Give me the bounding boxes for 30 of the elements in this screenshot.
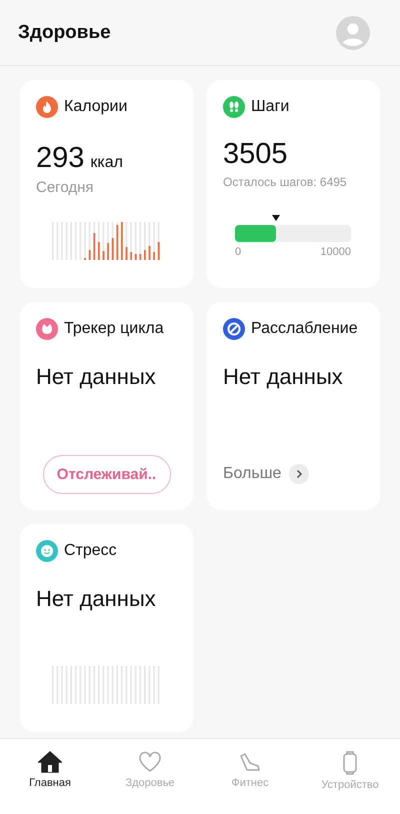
marker-icon (272, 215, 280, 221)
no-data-text: Нет данных (36, 364, 156, 390)
shoe-icon (238, 751, 262, 773)
card-title: Трекер цикла (64, 320, 164, 338)
scale-min: 0 (235, 246, 242, 258)
calorie-value: 293 (36, 142, 84, 175)
page-title: Здоровье (18, 22, 111, 44)
home-icon (38, 751, 62, 773)
step-count: 3505 (223, 138, 288, 171)
card[interactable]: Трекер цикла Нет данных Отслеживай.. (20, 302, 193, 510)
card[interactable]: Калории 293 ккал Сегодня (20, 80, 193, 288)
chevron-icon (289, 464, 310, 484)
caption: Сегодня (36, 179, 94, 196)
calorie-unit: ккал (90, 154, 123, 172)
card-title: Калории (64, 98, 128, 116)
card[interactable]: Расслабление Нет данных Больше (207, 302, 380, 510)
watch-icon (342, 751, 358, 775)
caption: Осталось шагов: 6495 (223, 175, 348, 189)
card[interactable]: Шаги 3505 Осталось шагов: 6495 0 10000 (207, 80, 380, 288)
scale-max: 10000 (320, 246, 351, 258)
more-link[interactable]: Больше (223, 464, 364, 484)
nav-tab[interactable]: Главная (0, 739, 100, 814)
card[interactable]: Стресс Нет данных (20, 524, 193, 732)
card-title: Шаги (251, 98, 290, 116)
avatar-icon[interactable] (336, 16, 370, 50)
card-title: Расслабление (251, 320, 358, 338)
no-data-text: Нет данных (36, 586, 156, 612)
no-data-text: Нет данных (223, 364, 343, 390)
card-title: Стресс (64, 542, 117, 560)
heart-icon (138, 751, 162, 773)
